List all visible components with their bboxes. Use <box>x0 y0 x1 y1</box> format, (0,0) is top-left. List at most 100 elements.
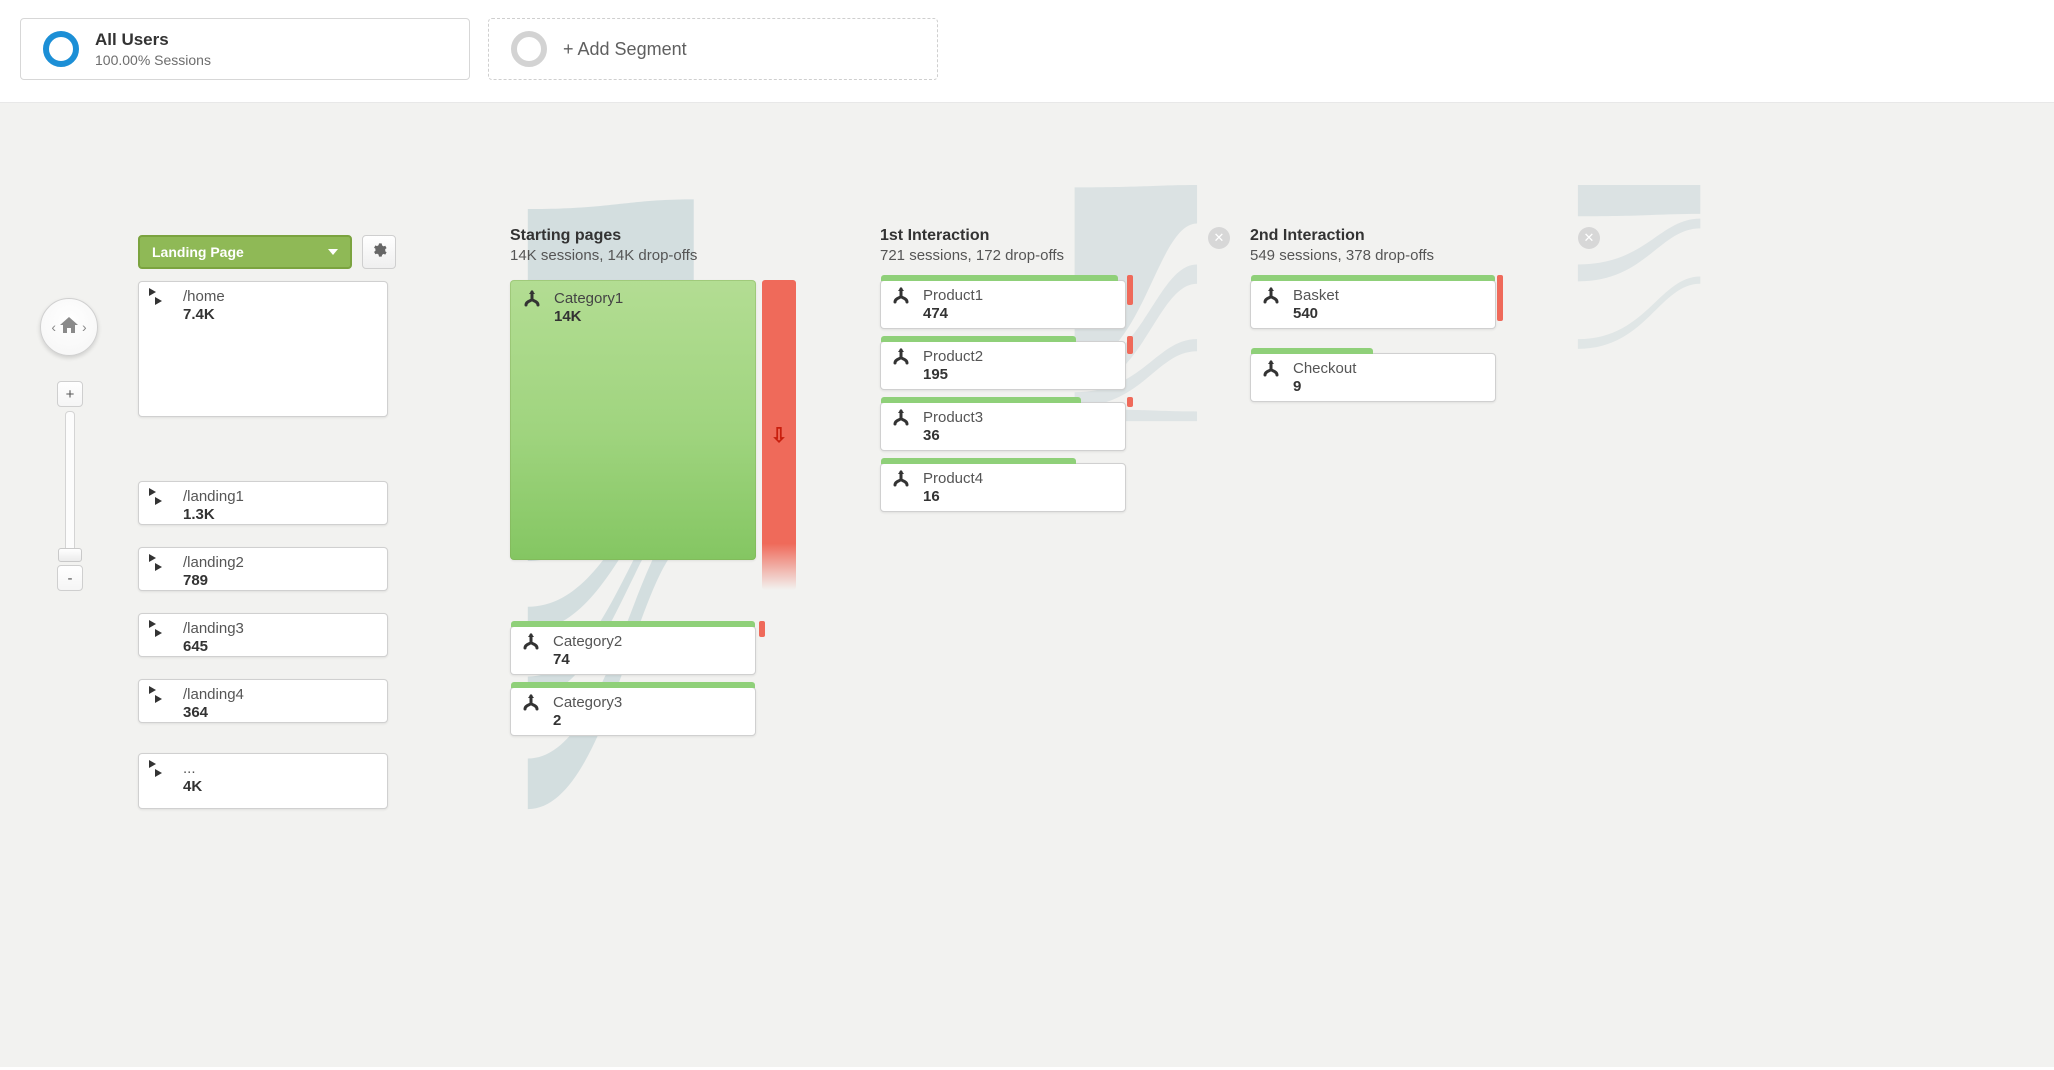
segment-title: All Users <box>95 30 211 50</box>
proceed-bar <box>881 397 1081 403</box>
close-icon: ✕ <box>1584 230 1595 246</box>
node-category1[interactable]: Category1 14K ⇩ <box>510 280 756 560</box>
dropoff-bar <box>1127 275 1133 305</box>
column-2nd-interaction: 2nd Interaction 549 sessions, 378 drop-o… <box>1250 227 1530 414</box>
merge-icon <box>1261 360 1281 380</box>
node-label: Product2 <box>923 348 983 365</box>
flow-node[interactable]: /home 7.4K <box>138 281 388 417</box>
source-icon <box>149 288 171 308</box>
segment-subtitle: 100.00% Sessions <box>95 52 211 68</box>
merge-icon <box>522 290 542 310</box>
node-label: Category2 <box>553 633 622 650</box>
flow-node[interactable]: Product1 474 <box>880 280 1126 329</box>
merge-icon <box>521 694 541 714</box>
node-label: /landing3 <box>183 620 244 637</box>
node-label: Category3 <box>553 694 622 711</box>
source-icon <box>149 554 171 574</box>
source-icon <box>149 488 171 508</box>
merge-icon <box>891 409 911 429</box>
column-subtitle: 549 sessions, 378 drop-offs <box>1250 247 1530 264</box>
remove-column-button[interactable]: ✕ <box>1578 227 1600 249</box>
dropoff-bar <box>759 621 765 637</box>
segment-ring-icon <box>43 31 79 67</box>
source-icon <box>149 760 171 780</box>
close-icon: ✕ <box>1214 230 1225 246</box>
column-title: 1st Interaction <box>880 227 1160 245</box>
node-value: 16 <box>923 488 983 505</box>
node-value: 7.4K <box>183 306 225 323</box>
dropoff-arrow-icon: ⇩ <box>771 423 788 448</box>
flow-node[interactable]: Product4 16 <box>880 463 1126 512</box>
node-value: 474 <box>923 305 983 322</box>
node-label: Product3 <box>923 409 983 426</box>
zoom-thumb[interactable] <box>58 548 82 562</box>
settings-button[interactable] <box>362 235 396 269</box>
node-label: Checkout <box>1293 360 1356 377</box>
flow-node[interactable]: /landing3 645 <box>138 613 388 657</box>
proceed-bar <box>881 275 1118 281</box>
flow-node[interactable]: Product3 36 <box>880 402 1126 451</box>
column-title: 2nd Interaction <box>1250 227 1530 245</box>
dimension-select[interactable]: Landing Page <box>138 235 352 269</box>
source-icon <box>149 686 171 706</box>
node-value: 2 <box>553 712 622 729</box>
dropoff-bar <box>1497 275 1503 321</box>
node-value: 9 <box>1293 378 1356 395</box>
flow-canvas: ‹ › + - Landing Page /hom <box>0 103 2054 1067</box>
node-value: 14K <box>554 308 623 325</box>
add-segment-button[interactable]: + Add Segment <box>488 18 938 80</box>
proceed-bar <box>1251 348 1373 354</box>
node-label: Category1 <box>554 290 623 307</box>
flow-node[interactable]: Category2 74 <box>510 626 756 675</box>
dimension-select-label: Landing Page <box>152 244 244 260</box>
node-label: /landing2 <box>183 554 244 571</box>
zoom-control: + - <box>57 381 83 591</box>
node-value: 540 <box>1293 305 1339 322</box>
flow-node[interactable]: Product2 195 <box>880 341 1126 390</box>
chevron-down-icon <box>328 249 338 255</box>
zoom-slider[interactable] <box>65 411 75 561</box>
flow-node[interactable]: Basket 540 <box>1250 280 1496 329</box>
node-label: /landing4 <box>183 686 244 703</box>
segment-all-users[interactable]: All Users 100.00% Sessions <box>20 18 470 80</box>
flow-node[interactable]: /landing4 364 <box>138 679 388 723</box>
zoom-in-button[interactable]: + <box>57 381 83 407</box>
nav-next-button[interactable]: › <box>82 319 87 335</box>
merge-icon <box>1261 287 1281 307</box>
column-1st-interaction: 1st Interaction 721 sessions, 172 drop-o… <box>880 227 1160 524</box>
zoom-out-button[interactable]: - <box>57 565 83 591</box>
merge-icon <box>891 470 911 490</box>
remove-column-button[interactable]: ✕ <box>1208 227 1230 249</box>
source-icon <box>149 620 171 640</box>
node-value: 74 <box>553 651 622 668</box>
gear-icon <box>371 242 387 263</box>
flow-node[interactable]: Category3 2 <box>510 687 756 736</box>
node-value: 36 <box>923 427 983 444</box>
merge-icon <box>891 348 911 368</box>
home-icon[interactable] <box>60 317 78 338</box>
flow-node[interactable]: /landing2 789 <box>138 547 388 591</box>
node-label: /landing1 <box>183 488 244 505</box>
flow-node[interactable]: Checkout 9 <box>1250 353 1496 402</box>
node-value: 1.3K <box>183 506 244 523</box>
proceed-bar <box>881 336 1076 342</box>
column-subtitle: 721 sessions, 172 drop-offs <box>880 247 1160 264</box>
proceed-bar <box>881 458 1076 464</box>
flow-node[interactable]: ... 4K <box>138 753 388 809</box>
nav-home-widget: ‹ › <box>40 298 98 356</box>
node-value: 789 <box>183 572 244 589</box>
node-value: 364 <box>183 704 244 721</box>
proceed-bar <box>511 621 755 627</box>
column-starting-pages: Starting pages 14K sessions, 14K drop-of… <box>510 227 790 748</box>
node-label: ... <box>183 760 202 777</box>
node-value: 4K <box>183 778 202 795</box>
dropoff-bar: ⇩ <box>762 280 796 590</box>
node-label: /home <box>183 288 225 305</box>
column-subtitle: 14K sessions, 14K drop-offs <box>510 247 790 264</box>
proceed-bar <box>511 682 755 688</box>
flow-node[interactable]: /landing1 1.3K <box>138 481 388 525</box>
merge-icon <box>891 287 911 307</box>
merge-icon <box>521 633 541 653</box>
node-label: Basket <box>1293 287 1339 304</box>
nav-prev-button[interactable]: ‹ <box>51 319 56 335</box>
